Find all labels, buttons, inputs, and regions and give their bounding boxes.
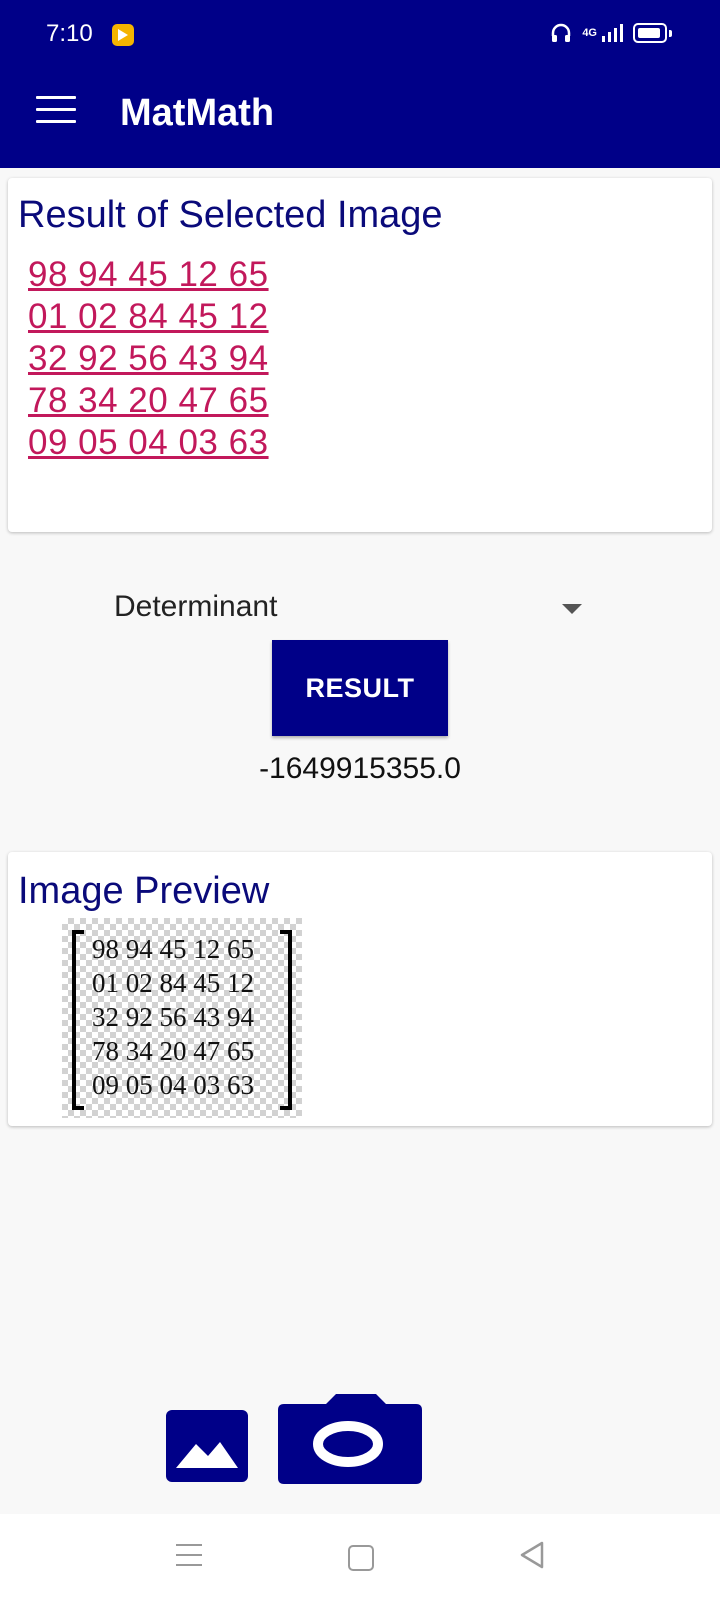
preview-row: 78 34 20 47 65 <box>92 1036 254 1066</box>
battery-tip <box>669 29 672 37</box>
status-icons: 4G <box>550 22 672 44</box>
result-value: -1649915355.0 <box>259 752 461 785</box>
gallery-button[interactable] <box>166 1410 248 1482</box>
image-preview-card: Image Preview 98 94 45 12 65 01 02 84 45… <box>8 852 712 1126</box>
matrix-row-link[interactable]: 32 92 56 43 94 <box>28 338 269 380</box>
home-icon[interactable] <box>348 1545 374 1571</box>
image-icon <box>176 1442 238 1468</box>
left-bracket <box>72 930 84 1110</box>
hamburger-menu-icon[interactable] <box>36 96 76 128</box>
matrix-image-preview: 98 94 45 12 65 01 02 84 45 12 32 92 56 4… <box>62 918 302 1118</box>
headphones-icon <box>552 23 571 42</box>
preview-row: 01 02 84 45 12 <box>92 968 254 998</box>
signal-icon <box>602 24 623 42</box>
preview-row: 32 92 56 43 94 <box>92 1002 254 1032</box>
image-preview-title: Image Preview <box>18 870 270 912</box>
right-bracket <box>280 930 292 1110</box>
camera-button[interactable] <box>276 1394 424 1486</box>
app-bar <box>0 72 720 168</box>
status-time: 7:10 <box>46 20 93 47</box>
preview-matrix-rows: 98 94 45 12 65 01 02 84 45 12 32 92 56 4… <box>92 932 254 1102</box>
network-type-label: 4G <box>582 27 597 39</box>
operation-selected: Determinant <box>114 590 278 623</box>
result-card: Result of Selected Image 98 94 45 12 65 … <box>8 178 712 532</box>
operation-dropdown[interactable]: Determinant <box>114 586 594 630</box>
matrix-row-link[interactable]: 09 05 04 03 63 <box>28 422 269 464</box>
app-title: MatMath <box>120 92 275 134</box>
play-notification-icon <box>112 24 134 46</box>
system-nav-bar <box>0 1514 720 1600</box>
matrix-row-link[interactable]: 98 94 45 12 65 <box>28 254 269 296</box>
dropdown-arrow-icon <box>562 604 582 614</box>
status-bar: 7:10 4G <box>0 0 720 72</box>
battery-icon <box>633 23 667 43</box>
camera-icon <box>278 1394 422 1484</box>
result-card-title: Result of Selected Image <box>18 194 443 236</box>
result-button[interactable]: RESULT <box>272 640 448 736</box>
matrix-row-link[interactable]: 78 34 20 47 65 <box>28 380 269 422</box>
preview-row: 98 94 45 12 65 <box>92 934 254 964</box>
matrix-result-list: 98 94 45 12 65 01 02 84 45 12 32 92 56 4… <box>28 254 269 464</box>
preview-row: 09 05 04 03 63 <box>92 1070 254 1100</box>
recent-apps-icon[interactable] <box>176 1544 202 1574</box>
matrix-row-link[interactable]: 01 02 84 45 12 <box>28 296 269 338</box>
back-icon[interactable] <box>518 1540 546 1570</box>
